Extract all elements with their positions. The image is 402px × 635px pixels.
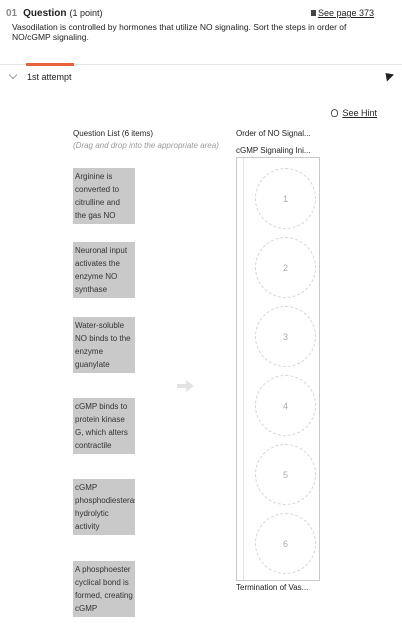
question-points: (1 point) <box>69 8 103 18</box>
question-title: Question <box>23 8 67 19</box>
question-list-header: Question List (6 items) <box>73 129 154 138</box>
see-page-label: See page 373 <box>317 8 374 18</box>
drop-slot[interactable]: 1 <box>255 168 316 229</box>
drag-item[interactable]: cGMP binds to protein kinase G, which al… <box>73 398 135 454</box>
see-page-link[interactable]: See page 373 <box>310 8 374 18</box>
drop-slot[interactable]: 2 <box>255 237 316 298</box>
attempt-toggle[interactable]: 1st attempt <box>0 69 402 86</box>
drag-item[interactable]: Water-soluble NO binds to the enzyme gua… <box>73 317 135 373</box>
see-hint-label: See Hint <box>342 108 377 118</box>
order-start-label: cGMP Signaling Ini... <box>236 146 311 155</box>
collapse-arrow-icon[interactable] <box>381 69 395 82</box>
lightbulb-icon <box>331 109 339 117</box>
arrow-right-icon <box>177 380 195 392</box>
order-area-header: Order of NO Signal... <box>236 129 311 138</box>
question-header: 01 Question (1 point) Vasodilation is co… <box>0 0 402 42</box>
question-number: 01 <box>6 8 18 19</box>
drop-slot[interactable]: 6 <box>255 513 316 574</box>
order-drop-area[interactable]: 1 2 3 4 5 6 <box>236 157 320 581</box>
attempt-tab-indicator <box>26 63 74 66</box>
drag-item[interactable]: A phosphoester cyclical bond is formed, … <box>73 561 135 617</box>
attempt-label: 1st attempt <box>27 72 72 82</box>
drop-slot[interactable]: 3 <box>255 306 316 367</box>
book-icon <box>310 10 316 16</box>
drag-item[interactable]: Neuronal input activates the enzyme NO s… <box>73 242 135 298</box>
order-rail <box>243 158 244 580</box>
drop-slot[interactable]: 5 <box>255 444 316 505</box>
see-hint-link[interactable]: See Hint <box>331 108 377 118</box>
drop-slot[interactable]: 4 <box>255 375 316 436</box>
drag-item[interactable]: Arginine is converted to citrulline and … <box>73 168 135 224</box>
chevron-down-icon[interactable] <box>8 70 18 80</box>
question-prompt: Vasodilation is controlled by hormones t… <box>12 22 347 42</box>
question-list-instructions: (Drag and drop into the appropriate area… <box>73 141 219 150</box>
order-end-label: Termination of Vas... <box>236 583 309 592</box>
drag-item[interactable]: cGMP phosphodiesterase hydrolytic activi… <box>73 479 135 535</box>
